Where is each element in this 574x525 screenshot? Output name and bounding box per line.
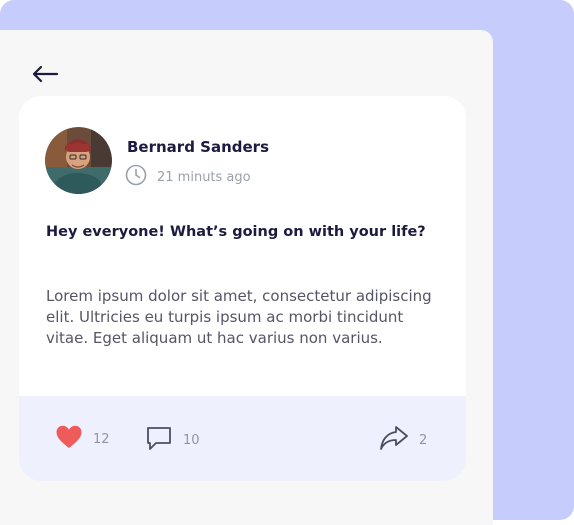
clock-icon bbox=[125, 164, 147, 190]
share-button[interactable]: 2 bbox=[379, 424, 427, 456]
post-time: 21 minuts ago bbox=[157, 169, 251, 185]
comment-count: 10 bbox=[183, 432, 200, 448]
comment-icon bbox=[145, 424, 173, 456]
post-card: Bernard Sanders 21 minuts ago Hey everyo… bbox=[19, 96, 466, 481]
like-count: 12 bbox=[93, 431, 110, 447]
post-body: Lorem ipsum dolor sit amet, consectetur … bbox=[46, 287, 432, 347]
post-actions-bar: 12 10 2 bbox=[19, 396, 466, 481]
arrow-left-icon bbox=[31, 64, 59, 88]
share-icon bbox=[379, 424, 409, 456]
like-button[interactable]: 12 bbox=[55, 424, 110, 454]
post-meta: 21 minuts ago bbox=[125, 164, 251, 190]
share-count: 2 bbox=[419, 432, 428, 448]
author-name[interactable]: Bernard Sanders bbox=[127, 138, 269, 156]
heart-icon bbox=[55, 424, 83, 454]
back-button[interactable] bbox=[30, 64, 60, 88]
post-title: Hey everyone! What’s going on with your … bbox=[46, 224, 426, 240]
comment-button[interactable]: 10 bbox=[145, 424, 200, 456]
avatar[interactable] bbox=[45, 127, 112, 194]
